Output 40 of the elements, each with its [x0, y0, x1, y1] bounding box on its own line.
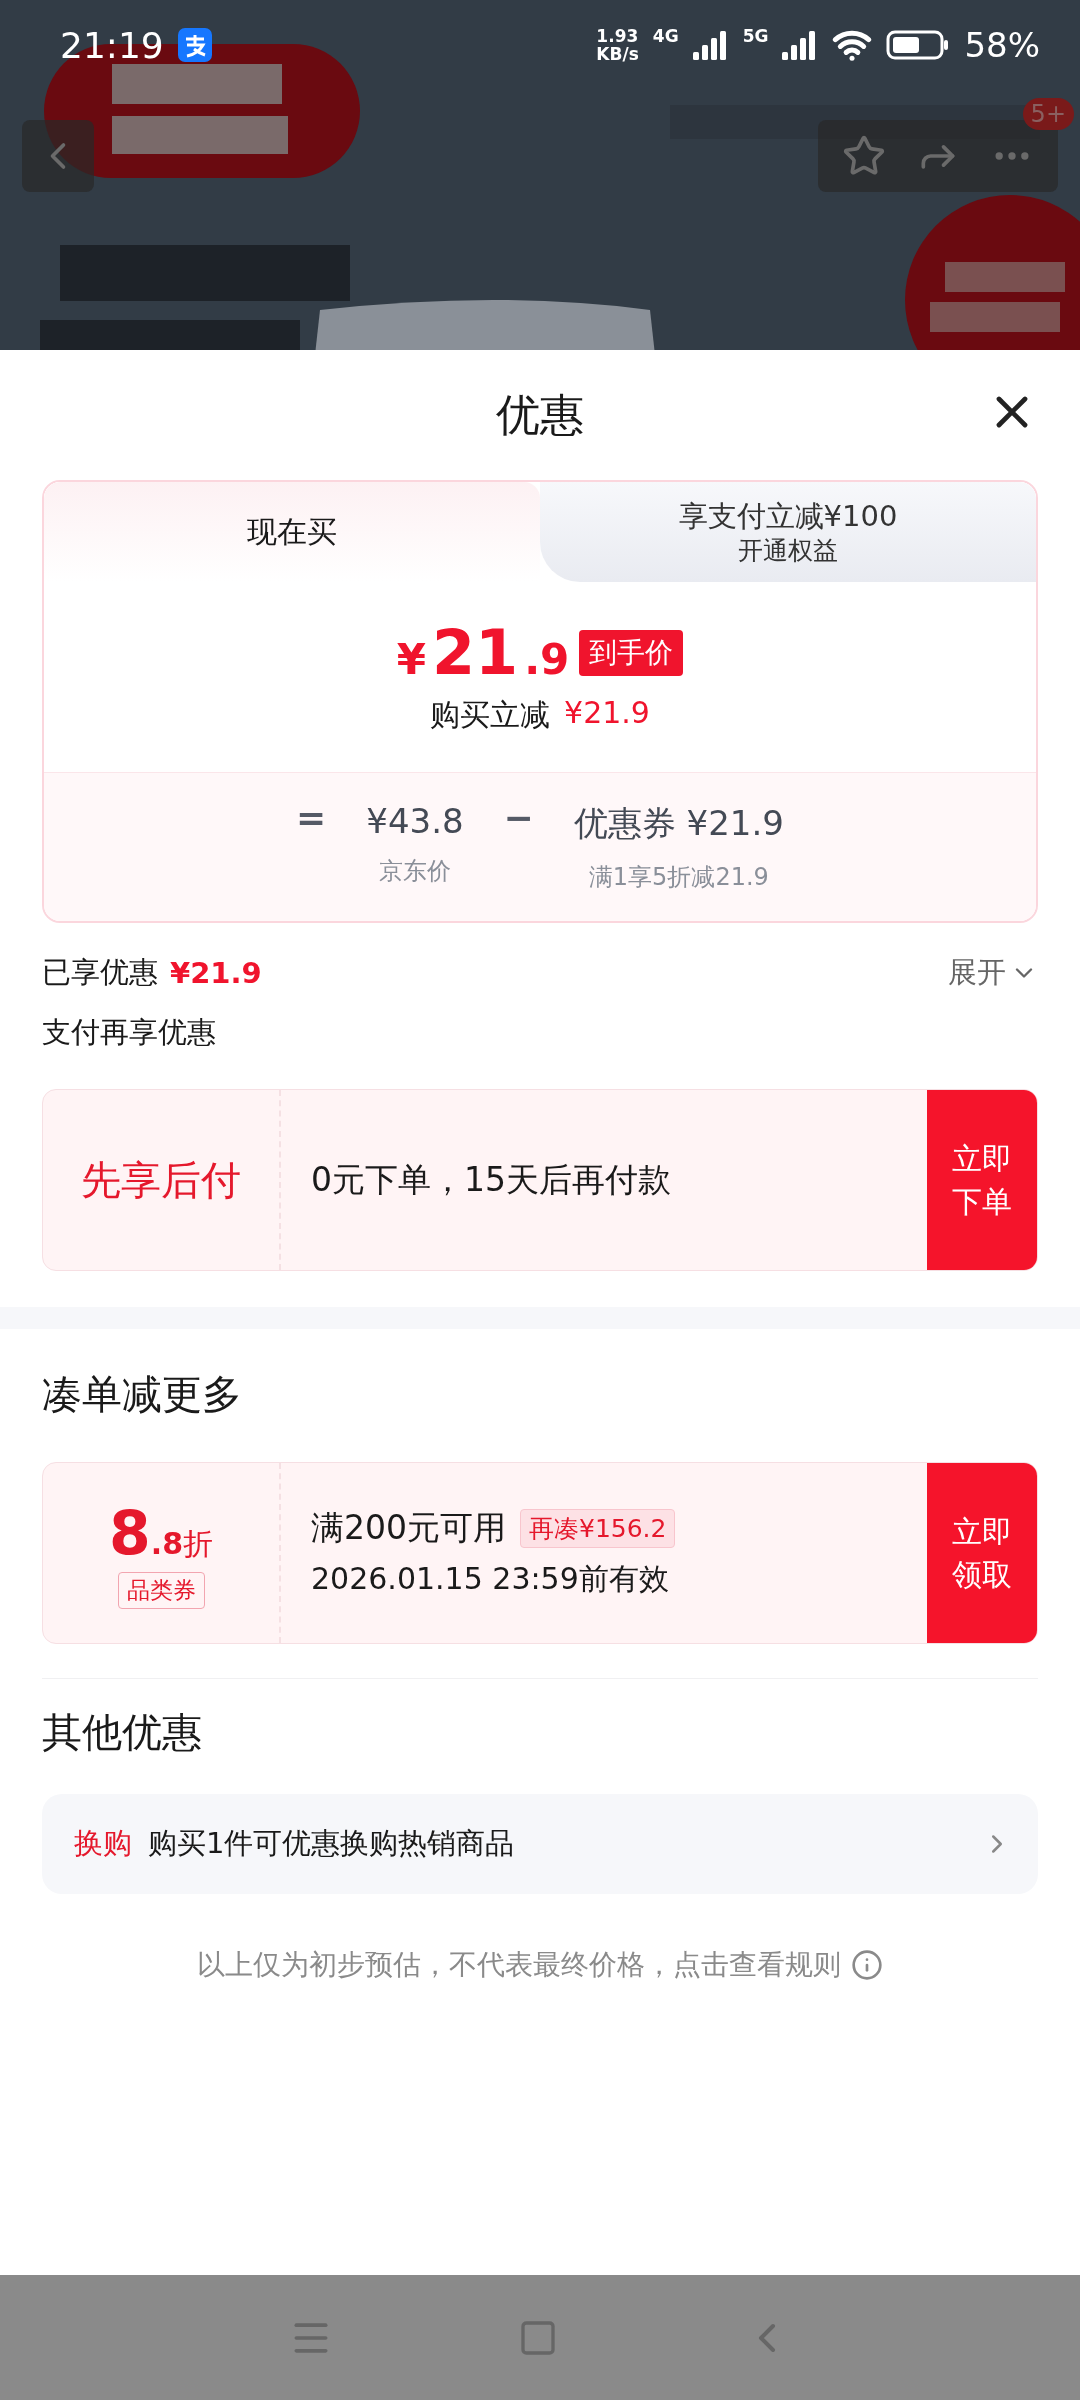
remaining-tag: 再凑¥156.2: [520, 1509, 676, 1548]
expand-toggle[interactable]: 展开: [948, 953, 1038, 993]
coupon-condition: 满200元可用: [311, 1507, 506, 1549]
battery-percent: 58%: [964, 25, 1040, 65]
discount-amount: 8.8折: [109, 1497, 213, 1568]
section-title: 其他优惠: [42, 1708, 203, 1757]
network-speed: 1.93 KB/s: [596, 27, 639, 63]
pay-later-text: 0元下单，15天后再付款: [311, 1158, 672, 1201]
price-tag: 到手价: [579, 629, 684, 676]
minus-sign: −: [503, 797, 534, 840]
section-title: 凑单减更多: [42, 1370, 243, 1419]
savings-value: ¥21.9: [170, 956, 262, 990]
subtitle: 支付再享优惠: [42, 1014, 217, 1051]
reduce-label: 购买立减: [430, 696, 551, 734]
app-notification-icon: [177, 28, 212, 62]
coupon-validity: 2026.01.15 23:59前有效: [311, 1560, 670, 1598]
final-price: ¥21.9: [396, 616, 570, 689]
battery-icon: [886, 29, 951, 61]
term-caption: 京东价: [378, 856, 451, 887]
disclaimer-text: 以上仅为初步预估，不代表最终价格，点击查看规则: [197, 1947, 841, 1983]
term-caption: 满1享5折减21.9: [588, 862, 769, 893]
network-label: 4G: [652, 26, 679, 46]
equals-sign: =: [296, 797, 327, 840]
term-value: ¥43.8: [366, 801, 464, 841]
network-label: 5G: [742, 26, 769, 46]
message-badge: 5+: [1022, 98, 1074, 130]
tab[interactable]: 享支付立减¥100 开通权益: [540, 482, 1036, 582]
savings-label: 已享优惠: [42, 954, 158, 991]
info-icon[interactable]: [851, 1949, 883, 1981]
term-value: 优惠券 ¥21.9: [573, 802, 784, 845]
reduce-value: ¥21.9: [564, 695, 650, 732]
status-time: 21:19: [60, 24, 164, 66]
pay-later-title: 先享后付: [81, 1155, 241, 1205]
offer-row[interactable]: 换购 购买1件可优惠换购热销商品: [42, 1794, 1038, 1894]
coupon-type-tag: 品类券: [117, 1571, 205, 1609]
order-button[interactable]: 立即下单: [927, 1090, 1037, 1270]
back-button[interactable]: [22, 120, 94, 192]
sheet-title: 优惠: [496, 387, 584, 442]
claim-button[interactable]: 立即领取: [927, 1463, 1037, 1643]
signal-icon: [692, 30, 729, 60]
